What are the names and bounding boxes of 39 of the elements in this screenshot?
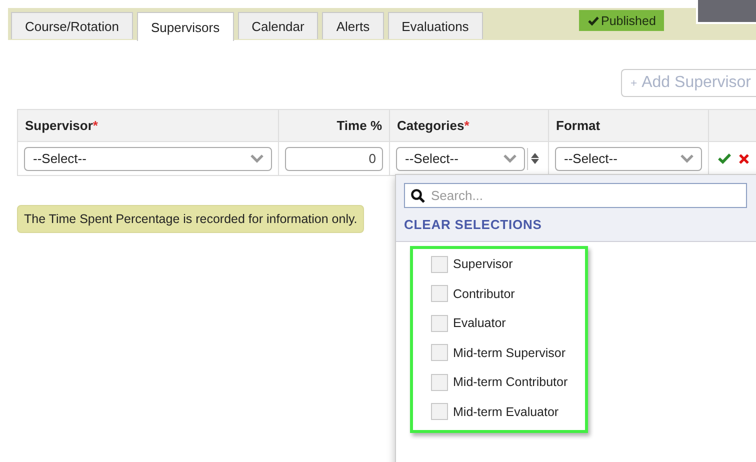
tab[interactable]: Calendar (238, 12, 318, 39)
required-mark: * (92, 118, 98, 133)
info-note: The Time Spent Percentage is recorded for information only. (17, 205, 364, 233)
checkbox[interactable] (431, 344, 448, 362)
tab[interactable]: Supervisors (136, 12, 234, 41)
check-icon (588, 16, 599, 26)
column-header: Categories (397, 118, 464, 133)
tab[interactable]: Evaluations (388, 12, 483, 39)
required-mark: * (464, 118, 470, 133)
column-header: Format (556, 118, 600, 133)
clear-selections-link[interactable]: CLEAR SELECTIONS (404, 217, 542, 232)
time-input[interactable]: 0 (285, 146, 383, 170)
checkbox[interactable] (431, 285, 448, 302)
tab[interactable]: Course/Rotation (11, 12, 133, 39)
column-header: Supervisor (25, 118, 93, 133)
category-option[interactable]: Mid-term Evaluator (431, 402, 585, 422)
categories-select[interactable]: --Select-- (396, 146, 525, 170)
header-block (696, 0, 756, 24)
chevron-down-icon (503, 154, 517, 163)
check-icon[interactable] (718, 153, 731, 164)
category-option[interactable]: Mid-term Contributor (431, 372, 585, 392)
checkbox[interactable] (431, 403, 448, 420)
category-option[interactable]: Evaluator (431, 313, 585, 334)
tab[interactable]: Alerts (322, 12, 384, 39)
category-option[interactable]: Contributor (431, 284, 585, 304)
category-option[interactable]: Supervisor (431, 254, 585, 274)
spinner-icon[interactable] (527, 148, 542, 170)
checkbox[interactable] (431, 314, 448, 332)
published-badge: Published (579, 10, 664, 31)
checkbox[interactable] (431, 256, 448, 273)
search-field[interactable]: Search... (404, 183, 747, 208)
chevron-down-icon (250, 154, 264, 163)
close-icon[interactable] (739, 154, 749, 164)
chevron-down-icon (680, 154, 694, 163)
checkbox[interactable] (431, 374, 448, 391)
column-header: Time % (336, 118, 382, 133)
supervisor-select[interactable]: --Select-- (24, 146, 272, 170)
format-select[interactable]: --Select-- (555, 146, 702, 170)
category-option[interactable]: Mid-term Supervisor (431, 342, 585, 363)
